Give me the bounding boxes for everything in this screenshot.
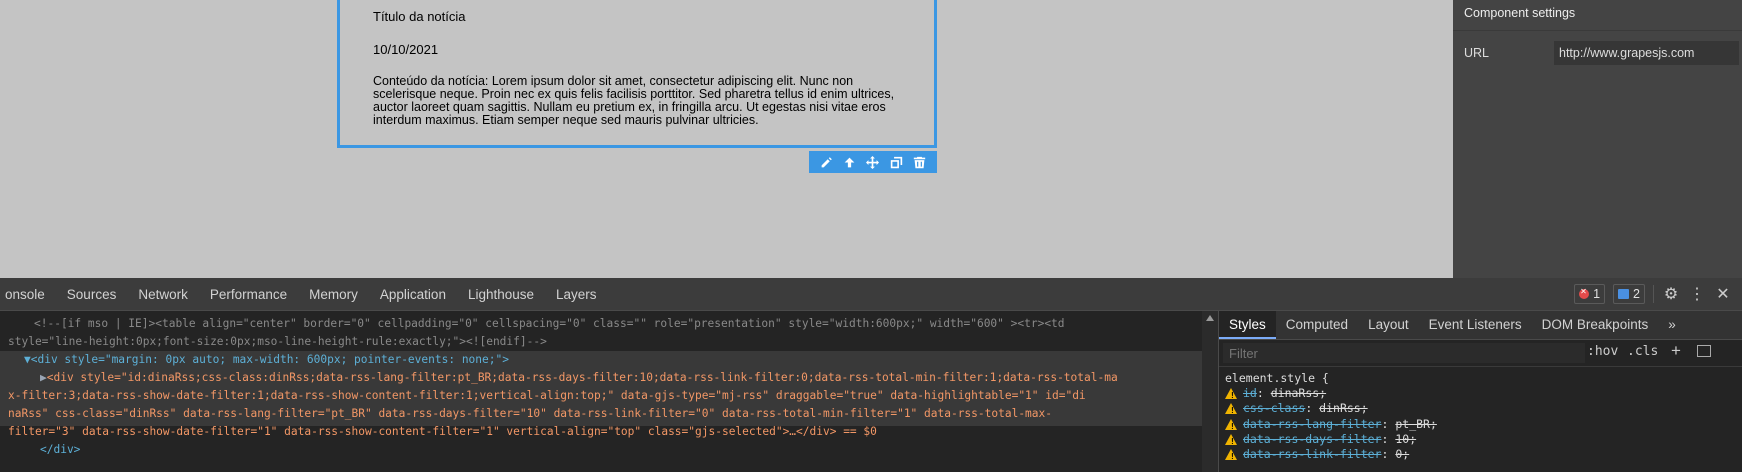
message-count: 2 <box>1633 287 1640 301</box>
devtools-tabbar: onsole Sources Network Performance Memor… <box>0 278 1742 311</box>
elements-scrollbar[interactable] <box>1202 311 1218 472</box>
styles-pane: Styles Computed Layout Event Listeners D… <box>1218 311 1742 472</box>
div-open-text: <div style="margin: 0px auto; max-width:… <box>30 353 509 366</box>
style-declaration[interactable]: ! id: dinaRss; <box>1225 386 1737 401</box>
component-toolbar <box>809 151 937 173</box>
news-content: Conteúdo da notícia: Lorem ipsum dolor s… <box>373 74 895 127</box>
tab-computed[interactable]: Computed <box>1276 311 1358 339</box>
arrow-up-icon[interactable] <box>842 154 858 170</box>
comment-line-1: <!--[if mso | IE]><table align="center" … <box>34 317 1065 330</box>
comment-line-2: style="line-height:0px;font-size:0px;mso… <box>8 335 547 348</box>
styles-filter-row: :hov .cls + <box>1219 340 1742 367</box>
tab-styles[interactable]: Styles <box>1219 311 1276 339</box>
clone-icon[interactable] <box>888 154 904 170</box>
url-input[interactable] <box>1554 41 1739 65</box>
scroll-up-icon[interactable] <box>1206 315 1214 321</box>
editor-canvas[interactable]: Título da notícia 10/10/2021 Conteúdo da… <box>0 0 1453 278</box>
tab-memory[interactable]: Memory <box>301 287 372 302</box>
divider <box>1653 285 1654 303</box>
tab-dom-breakpoints[interactable]: DOM Breakpoints <box>1532 311 1659 339</box>
styles-tabbar: Styles Computed Layout Event Listeners D… <box>1219 311 1742 340</box>
error-icon <box>1579 287 1590 299</box>
style-declaration[interactable]: ! css-class: dinRss; <box>1225 401 1737 416</box>
trash-icon[interactable] <box>911 154 927 170</box>
cls-toggle[interactable]: .cls <box>1627 344 1658 359</box>
error-count: 1 <box>1593 287 1601 301</box>
tab-sources[interactable]: Sources <box>59 287 131 302</box>
message-icon <box>1618 289 1630 299</box>
tab-network[interactable]: Network <box>130 287 202 302</box>
more-vert-icon[interactable]: ⋮ <box>1688 284 1706 304</box>
style-declaration[interactable]: ! data-rss-link-filter: 0; <box>1225 447 1737 462</box>
settings-panel: Component settings URL <box>1453 0 1742 278</box>
url-label: URL <box>1464 46 1490 60</box>
style-declaration[interactable]: ! data-rss-days-filter: 10; <box>1225 432 1737 447</box>
settings-header: Component settings <box>1453 0 1742 31</box>
selected-line-1[interactable]: ▶<div style="id:dinaRss;css-class:dinRss… <box>40 369 1118 388</box>
move-icon[interactable] <box>865 154 881 170</box>
sidebar-toggle-icon[interactable] <box>1697 345 1711 357</box>
elements-tree[interactable]: ...... <!--[if mso | IE]><table align="c… <box>0 311 1202 472</box>
style-rules: element.style { ! id: dinaRss; ! css-class… <box>1219 367 1742 466</box>
close-icon[interactable]: ✕ <box>1714 284 1732 304</box>
div-open-line[interactable]: ▼<div style="margin: 0px auto; max-width… <box>24 351 509 370</box>
rule-selector: element.style { <box>1225 371 1329 385</box>
new-rule-icon[interactable]: + <box>1671 341 1681 361</box>
tab-lighthouse[interactable]: Lighthouse <box>460 287 548 302</box>
selected-line-3: naRss" css-class="dinRss" data-rss-lang-… <box>8 407 1052 420</box>
pencil-icon[interactable] <box>819 154 835 170</box>
tab-performance[interactable]: Performance <box>202 287 301 302</box>
error-counter[interactable]: 1 <box>1574 284 1606 304</box>
selected-line-4: filter="3" data-rss-show-date-filter="1"… <box>8 425 877 438</box>
style-declaration[interactable]: ! data-rss-lang-filter: pt_BR; <box>1225 417 1737 432</box>
more-tabs-icon[interactable]: » <box>1658 311 1686 339</box>
selected-text-1: <div style="id:dinaRss;css-class:dinRss;… <box>46 371 1118 384</box>
news-title: Título da notícia <box>373 9 466 24</box>
url-trait: URL <box>1464 41 1739 65</box>
tab-event-listeners[interactable]: Event Listeners <box>1419 311 1532 339</box>
rss-component[interactable]: Título da notícia 10/10/2021 Conteúdo da… <box>337 0 937 148</box>
tab-layout[interactable]: Layout <box>1358 311 1419 339</box>
hov-toggle[interactable]: :hov <box>1587 344 1618 359</box>
devtools-panel: onsole Sources Network Performance Memor… <box>0 278 1742 472</box>
news-date: 10/10/2021 <box>373 42 439 57</box>
gear-icon[interactable]: ⚙ <box>1662 284 1680 304</box>
tab-application[interactable]: Application <box>372 287 460 302</box>
tab-layers[interactable]: Layers <box>548 287 611 302</box>
message-counter[interactable]: 2 <box>1613 284 1645 304</box>
tab-console[interactable]: onsole <box>0 287 59 302</box>
selected-line-2: x-filter:3;data-rss-show-date-filter:1;d… <box>8 389 1086 402</box>
div-close-line: </div> <box>40 443 81 456</box>
styles-filter-input[interactable] <box>1223 343 1585 363</box>
